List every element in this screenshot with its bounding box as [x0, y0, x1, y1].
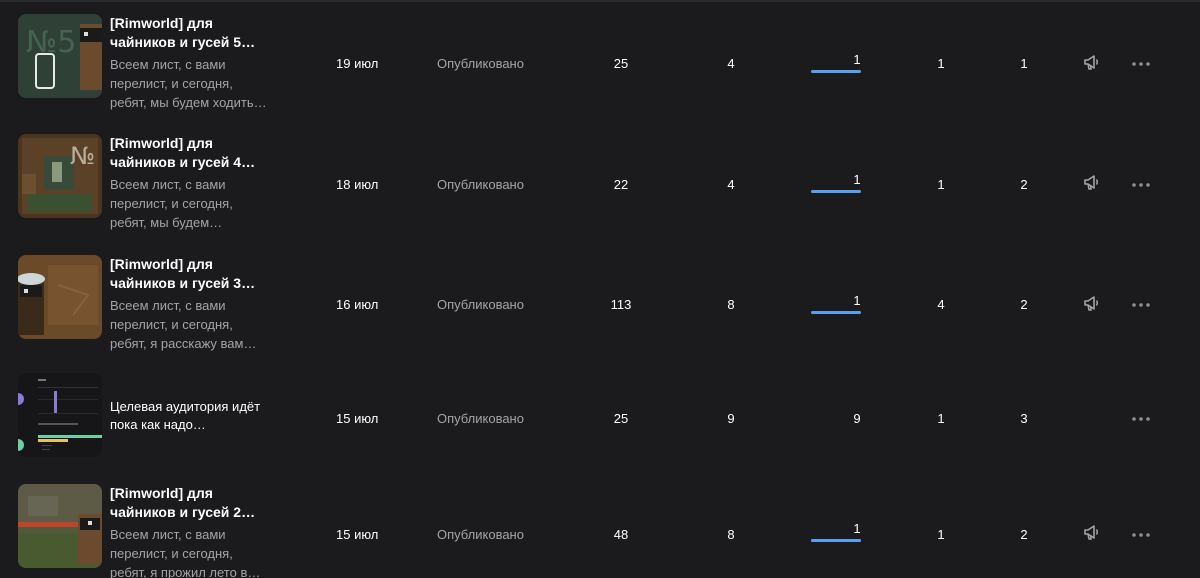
post-date: 18 июл: [336, 177, 379, 192]
more-dots-icon[interactable]: [1130, 411, 1152, 421]
stat-col3: 9: [853, 411, 861, 426]
post-title[interactable]: [Rimworld] для чайников и гусей 2…: [110, 484, 270, 522]
post-title[interactable]: [Rimworld] для чайников и гусей 4…: [110, 134, 270, 172]
post-date: 15 июл: [336, 411, 379, 426]
views-count: 22: [613, 177, 629, 192]
stat-col3-bar-fill: [811, 70, 861, 73]
post-title[interactable]: [Rimworld] для чайников и гусей 5…: [110, 14, 270, 52]
stat-col3: 1: [853, 293, 861, 308]
stat-col5: 1: [1020, 56, 1028, 71]
stat-col2: 4: [727, 56, 735, 71]
stat-col3-bar: [811, 70, 861, 73]
post-snippet: Всеем лист, с вами перелист, и сегодня, …: [110, 298, 257, 351]
stat-col2: 9: [727, 411, 735, 426]
post-title[interactable]: [Rimworld] для чайников и гусей 3…: [110, 255, 270, 293]
stat-col3-bar: [811, 190, 861, 193]
more-dots-icon[interactable]: [1130, 56, 1152, 66]
stat-col3-bar: [811, 311, 861, 314]
post-date: 15 июл: [336, 527, 379, 542]
post-status: Опубликовано: [437, 411, 524, 426]
post-title[interactable]: Целевая аудитория идёт пока как надо…: [110, 398, 270, 434]
stat-col5: 2: [1020, 527, 1028, 542]
post-info[interactable]: [Rimworld] для чайников и гусей 2… Всеем…: [110, 484, 270, 578]
post-thumbnail[interactable]: [18, 373, 102, 457]
stat-col5: 2: [1020, 297, 1028, 312]
megaphone-icon[interactable]: [1082, 52, 1102, 72]
post-info[interactable]: [Rimworld] для чайников и гусей 4… Всеем…: [110, 134, 270, 232]
post-thumbnail[interactable]: №5: [18, 14, 102, 98]
table-row[interactable]: Целевая аудитория идёт пока как надо… 15…: [0, 361, 1200, 477]
views-count: 25: [613, 56, 629, 71]
post-status: Опубликовано: [437, 297, 524, 312]
stat-col4: 1: [937, 56, 945, 71]
megaphone-icon[interactable]: [1082, 172, 1102, 192]
post-thumbnail[interactable]: [18, 255, 102, 339]
post-status: Опубликовано: [437, 177, 524, 192]
megaphone-icon[interactable]: [1082, 522, 1102, 542]
stat-col3: 1: [853, 172, 861, 187]
table-row[interactable]: № [Rimworld] для чайников и гусей 4… Все…: [0, 124, 1200, 240]
stat-col2: 8: [727, 297, 735, 312]
more-dots-icon[interactable]: [1130, 527, 1152, 537]
post-thumbnail[interactable]: [18, 484, 102, 568]
views-count: 48: [613, 527, 629, 542]
stat-col3-bar: [811, 539, 861, 542]
views-count: 25: [613, 411, 629, 426]
post-status: Опубликовано: [437, 527, 524, 542]
post-date: 16 июл: [336, 297, 379, 312]
table-row[interactable]: №5 [Rimworld] для чайников и гусей 5… Вс…: [0, 4, 1200, 120]
stat-col3-bar-fill: [811, 190, 861, 193]
post-status: Опубликовано: [437, 56, 524, 71]
stat-col3-bar-fill: [811, 311, 861, 314]
table-row[interactable]: [Rimworld] для чайников и гусей 2… Всеем…: [0, 474, 1200, 578]
stat-col3-bar-fill: [811, 539, 861, 542]
stat-col2: 4: [727, 177, 735, 192]
post-info[interactable]: [Rimworld] для чайников и гусей 3… Всеем…: [110, 255, 270, 353]
stat-col3: 1: [853, 521, 861, 536]
post-snippet: Всеем лист, с вами перелист, и сегодня, …: [110, 177, 233, 230]
stat-col5: 2: [1020, 177, 1028, 192]
stat-col4: 1: [937, 411, 945, 426]
stat-col4: 1: [937, 527, 945, 542]
megaphone-icon[interactable]: [1082, 293, 1102, 313]
post-thumbnail[interactable]: №: [18, 134, 102, 218]
post-info[interactable]: Целевая аудитория идёт пока как надо…: [110, 398, 270, 434]
stat-col4: 4: [937, 297, 945, 312]
stat-col5: 3: [1020, 411, 1028, 426]
stat-col2: 8: [727, 527, 735, 542]
more-dots-icon[interactable]: [1130, 297, 1152, 307]
stat-col3: 1: [853, 52, 861, 67]
views-count: 113: [610, 297, 632, 312]
stat-col4: 1: [937, 177, 945, 192]
svg-text:№: №: [70, 142, 95, 170]
more-dots-icon[interactable]: [1130, 177, 1152, 187]
posts-table: №5 [Rimworld] для чайников и гусей 5… Вс…: [0, 0, 1200, 578]
post-info[interactable]: [Rimworld] для чайников и гусей 5… Всеем…: [110, 14, 270, 112]
post-snippet: Всеем лист, с вами перелист, и сегодня, …: [110, 527, 261, 578]
post-date: 19 июл: [336, 56, 379, 71]
post-snippet: Всеем лист, с вами перелист, и сегодня, …: [110, 57, 267, 110]
table-row[interactable]: [Rimworld] для чайников и гусей 3… Всеем…: [0, 245, 1200, 361]
